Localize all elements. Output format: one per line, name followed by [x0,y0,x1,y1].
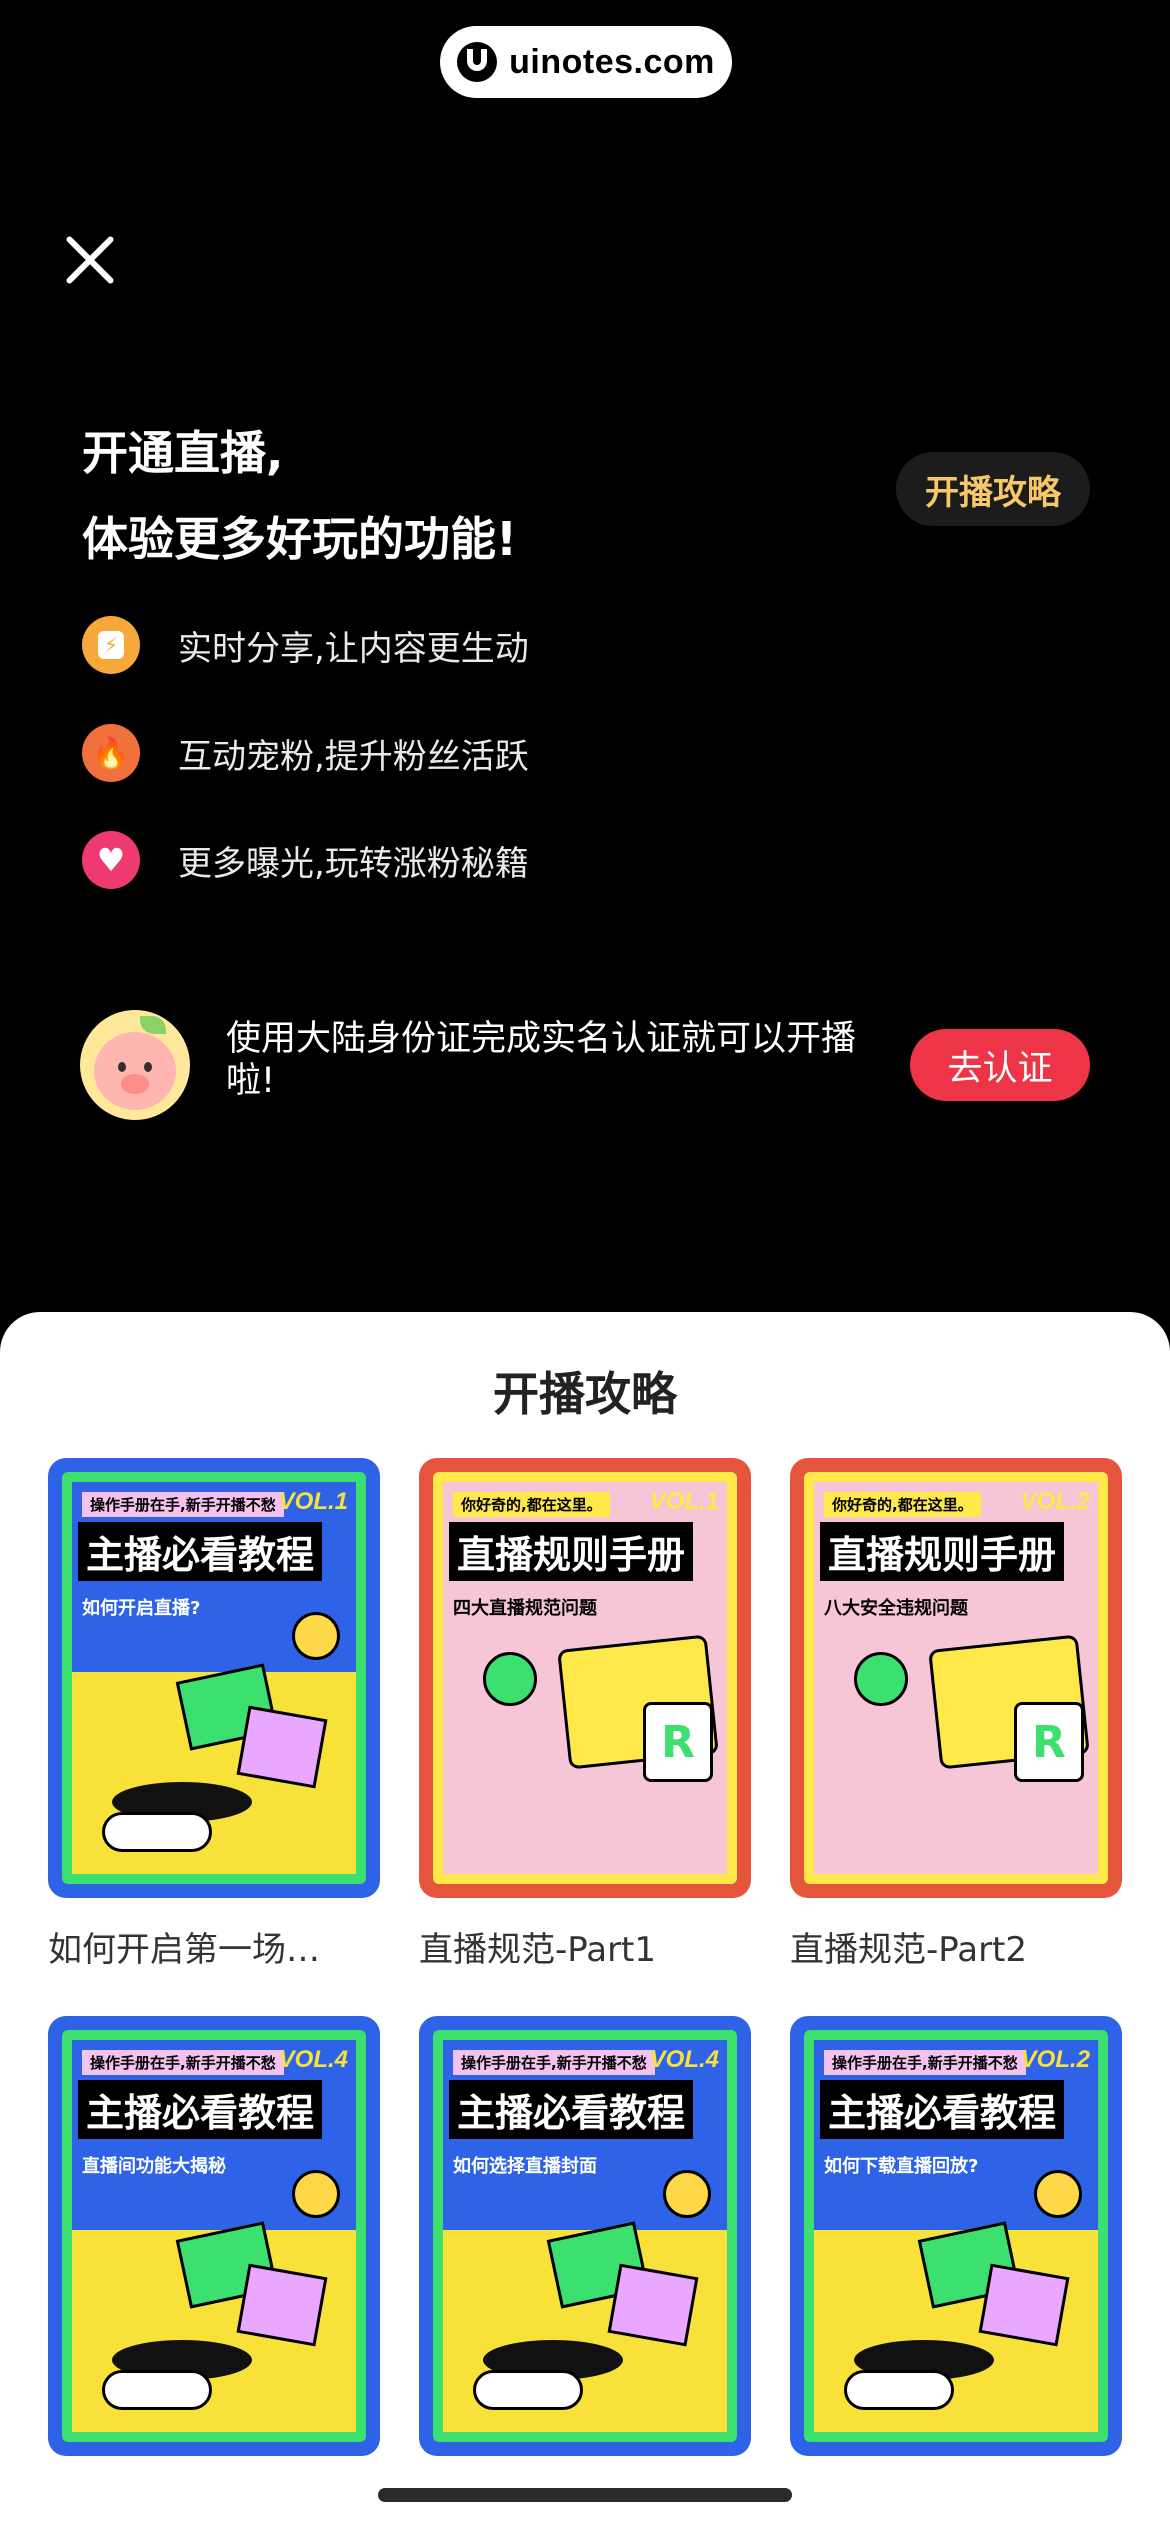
guide-card[interactable]: 操作手册在手,新手开播不愁 VOL.4 主播必看教程 直播间功能大揭秘 [48,2016,380,2456]
sheet-title: 开播攻略 [493,1367,677,1421]
feature-label: 互动宠粉,提升粉丝活跃 [178,736,529,777]
mascot-avatar [80,1010,190,1120]
uinotes-logo-icon [457,42,498,82]
feature-item: ⚡ 实时分享,让内容更生动 [82,616,529,674]
guide-card-label: 直播规范-Part1 [419,1930,657,1970]
guide-card[interactable]: 操作手册在手,新手开播不愁 VOL.1 主播必看教程 如何开启直播? 如何开启第… [48,1458,380,1971]
guide-card-label: 如何开启第一场… [48,1930,320,1970]
close-icon[interactable] [62,232,118,288]
feature-label: 实时分享,让内容更生动 [178,628,529,669]
guide-cover[interactable]: 操作手册在手,新手开播不愁 VOL.1 主播必看教程 如何开启直播? [48,1458,380,1898]
guide-cover[interactable]: 操作手册在手,新手开播不愁 VOL.4 主播必看教程 如何选择直播封面 [419,2016,751,2456]
home-indicator[interactable] [378,2488,792,2502]
guide-card[interactable]: 你好奇的,都在这里。 VOL.2 直播规则手册 八大安全违规问题 R 直播规范-… [790,1458,1122,1971]
heart-icon: ♥ [82,831,140,889]
fire-icon: 🔥 [82,724,140,782]
guide-cover[interactable]: 操作手册在手,新手开播不愁 VOL.2 主播必看教程 如何下载直播回放? [790,2016,1122,2456]
guide-sheet: 开播攻略 操作手册在手,新手开播不愁 VOL.1 主播必看教程 如何开启直播? … [0,1312,1170,2532]
live-guide-button[interactable]: 开播攻略 [896,452,1090,526]
feature-item: ♥ 更多曝光,玩转涨粉秘籍 [82,831,529,889]
verify-text: 使用大陆身份证完成实名认证就可以开播啦! [226,1019,857,1101]
guide-cover[interactable]: 你好奇的,都在这里。 VOL.1 直播规则手册 四大直播规范问题 R [419,1458,751,1898]
guide-card-label: 直播规范-Part2 [790,1930,1028,1970]
lightning-icon: ⚡ [82,616,140,674]
feature-label: 更多曝光,玩转涨粉秘籍 [178,843,529,884]
verify-button[interactable]: 去认证 [910,1029,1090,1101]
guide-card[interactable]: 操作手册在手,新手开播不愁 VOL.4 主播必看教程 如何选择直播封面 [419,2016,751,2456]
watermark: uinotes.com [440,26,732,98]
watermark-text: uinotes.com [509,42,715,81]
guide-cover[interactable]: 操作手册在手,新手开播不愁 VOL.4 主播必看教程 直播间功能大揭秘 [48,2016,380,2456]
page-title: 开通直播, 体验更多好玩的功能! [82,410,517,582]
verify-banner: 使用大陆身份证完成实名认证就可以开播啦! 去认证 [80,1010,1090,1120]
title-line-2: 体验更多好玩的功能! [82,512,517,566]
feature-item: 🔥 互动宠粉,提升粉丝活跃 [82,724,529,782]
title-line-1: 开通直播, [82,426,284,480]
guide-card[interactable]: 你好奇的,都在这里。 VOL.1 直播规则手册 四大直播规范问题 R 直播规范-… [419,1458,751,1971]
guide-cover[interactable]: 你好奇的,都在这里。 VOL.2 直播规则手册 八大安全违规问题 R [790,1458,1122,1898]
guide-card[interactable]: 操作手册在手,新手开播不愁 VOL.2 主播必看教程 如何下载直播回放? [790,2016,1122,2456]
